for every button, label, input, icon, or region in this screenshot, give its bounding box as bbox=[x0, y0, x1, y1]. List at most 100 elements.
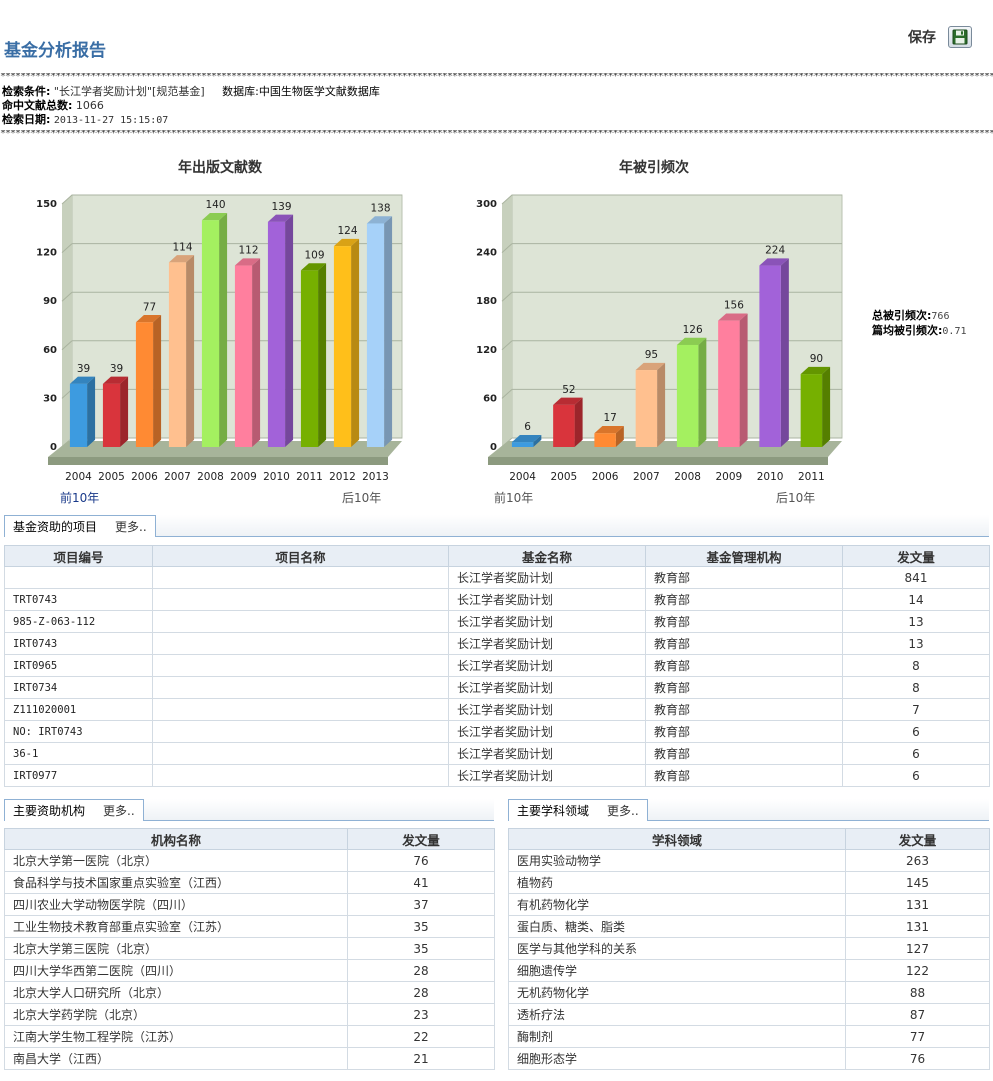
funded-projects-more-link[interactable]: 更多.. bbox=[115, 518, 147, 535]
data-label: 126 bbox=[683, 324, 703, 336]
date-label: 检索日期: bbox=[2, 113, 51, 126]
chart-title-publications: 年出版文献数 bbox=[178, 160, 262, 176]
table-row[interactable]: 酶制剂 77 bbox=[508, 1025, 990, 1048]
table-row[interactable]: 工业生物技术教育部重点实验室（江苏） 35 bbox=[4, 915, 495, 938]
x-tick-label: 2011 bbox=[296, 471, 323, 483]
table-row[interactable]: 蛋白质、糖类、脂类 131 bbox=[508, 915, 990, 938]
table-cell: 酶制剂 bbox=[508, 1025, 846, 1048]
bar bbox=[102, 383, 121, 447]
table-row[interactable]: 长江学者奖励计划 教育部 841 bbox=[4, 566, 990, 589]
table-row[interactable]: 36-1 长江学者奖励计划 教育部 6 bbox=[4, 742, 990, 765]
avg-cite-value: 0.71 bbox=[942, 326, 967, 337]
table-cell: TRT0743 bbox=[4, 588, 153, 611]
table-row[interactable]: 细胞形态学 76 bbox=[508, 1047, 990, 1070]
institutions-more-link[interactable]: 更多.. bbox=[103, 802, 135, 819]
table-cell bbox=[152, 610, 449, 633]
funded-projects-tab[interactable]: 基金资助的项目 更多.. bbox=[4, 515, 156, 537]
table-cell: 北京大学第一医院（北京） bbox=[4, 849, 348, 872]
table-cell bbox=[152, 566, 449, 589]
table-row[interactable]: NO: IRT0743 长江学者奖励计划 教育部 6 bbox=[4, 720, 990, 743]
table-row[interactable]: 南昌大学（江西） 21 bbox=[4, 1047, 495, 1070]
citation-summary: 总被引频次:766 篇均被引频次:0.71 bbox=[872, 309, 967, 339]
table-cell: 28 bbox=[347, 981, 495, 1004]
chart2-next-link[interactable]: 后10年 bbox=[776, 489, 815, 506]
table-row[interactable]: 有机药物化学 131 bbox=[508, 893, 990, 916]
table-cell: IRT0743 bbox=[4, 632, 153, 655]
bar bbox=[553, 404, 575, 447]
table-row[interactable]: IRT0965 长江学者奖励计划 教育部 8 bbox=[4, 654, 990, 677]
table-cell: 6 bbox=[842, 720, 990, 743]
bar bbox=[511, 442, 534, 447]
database-value: 中国生物医学文献数据库 bbox=[258, 85, 380, 98]
subjects-tab[interactable]: 主要学科领域 更多.. bbox=[508, 799, 648, 821]
bar-side bbox=[822, 366, 831, 447]
table-cell bbox=[152, 676, 449, 699]
table-row[interactable]: 北京大学药学院（北京） 23 bbox=[4, 1003, 495, 1026]
table-row[interactable]: 四川农业大学动物医学院（四川） 37 bbox=[4, 893, 495, 916]
x-tick-label: 2008 bbox=[674, 471, 701, 483]
table-row[interactable]: 植物药 145 bbox=[508, 871, 990, 894]
table-row[interactable]: 透析疗法 87 bbox=[508, 1003, 990, 1026]
subjects-more-link[interactable]: 更多.. bbox=[607, 802, 639, 819]
chart1-next-link[interactable]: 后10年 bbox=[342, 489, 381, 506]
chart2-prev-link[interactable]: 前10年 bbox=[494, 489, 533, 506]
table-row[interactable]: 医用实验动物学 263 bbox=[508, 849, 990, 872]
table-cell: 841 bbox=[842, 566, 990, 589]
x-tick-label: 2007 bbox=[633, 471, 660, 483]
table-row[interactable]: IRT0743 长江学者奖励计划 教育部 13 bbox=[4, 632, 990, 655]
x-tick-label: 2009 bbox=[716, 471, 743, 483]
hits-label: 命中文献总数: bbox=[2, 99, 73, 112]
table-row[interactable]: 无机药物化学 88 bbox=[508, 981, 990, 1004]
table-cell: 教育部 bbox=[645, 610, 843, 633]
table-row[interactable]: 医学与其他学科的关系 127 bbox=[508, 937, 990, 960]
bar-side bbox=[186, 255, 195, 447]
page-title: 基金分析报告 bbox=[4, 41, 106, 61]
table-row[interactable]: Z111020001 长江学者奖励计划 教育部 7 bbox=[4, 698, 990, 721]
table-cell: 长江学者奖励计划 bbox=[448, 720, 646, 743]
table-cell: 长江学者奖励计划 bbox=[448, 764, 646, 787]
database-label: 数据库: bbox=[222, 85, 259, 98]
table-cell: 36-1 bbox=[4, 742, 153, 765]
subjects-header: 主要学科领域 更多.. bbox=[508, 799, 989, 821]
table-cell: 教育部 bbox=[645, 742, 843, 765]
y-tick-label: 90 bbox=[43, 296, 57, 307]
bar-side bbox=[219, 213, 228, 447]
table-cell: 985-Z-063-112 bbox=[4, 610, 153, 633]
table-row[interactable]: 北京大学人口研究所（北京） 28 bbox=[4, 981, 495, 1004]
data-label: 124 bbox=[337, 225, 357, 237]
avg-cite-label: 篇均被引频次: bbox=[872, 324, 943, 337]
date-value: 2013-11-27 15:15:07 bbox=[53, 115, 169, 126]
bar-side bbox=[384, 216, 393, 447]
bar-side bbox=[574, 397, 583, 447]
table-row[interactable]: 985-Z-063-112 长江学者奖励计划 教育部 13 bbox=[4, 610, 990, 633]
table-cell: 7 bbox=[842, 698, 990, 721]
table-row[interactable]: TRT0743 长江学者奖励计划 教育部 14 bbox=[4, 588, 990, 611]
table-cell: 76 bbox=[347, 849, 495, 872]
table-cell bbox=[4, 566, 153, 589]
bar bbox=[267, 221, 286, 447]
save-icon[interactable] bbox=[948, 26, 972, 48]
condition-label: 检索条件: bbox=[2, 85, 51, 98]
table-row[interactable]: 食品科学与技术国家重点实验室（江西） 41 bbox=[4, 871, 495, 894]
table-row[interactable]: IRT0734 长江学者奖励计划 教育部 8 bbox=[4, 676, 990, 699]
x-tick-label: 2006 bbox=[131, 471, 158, 483]
table-row[interactable]: IRT0977 长江学者奖励计划 教育部 6 bbox=[4, 764, 990, 787]
data-label: 77 bbox=[143, 301, 156, 313]
table-cell: 6 bbox=[842, 764, 990, 787]
table-row[interactable]: 北京大学第一医院（北京） 76 bbox=[4, 849, 495, 872]
table-cell: 教育部 bbox=[645, 720, 843, 743]
chart1-prev-link[interactable]: 前10年 bbox=[60, 489, 99, 506]
x-tick-label: 2009 bbox=[230, 471, 257, 483]
x-tick-label: 2010 bbox=[263, 471, 290, 483]
institutions-tab[interactable]: 主要资助机构 更多.. bbox=[4, 799, 144, 821]
bar bbox=[234, 265, 253, 447]
subjects-table: 学科领域 发文量 医用实验动物学 263 植物药 145 有机药物化学 131 蛋白质、糖类、… bbox=[508, 828, 990, 1070]
table-cell: 长江学者奖励计划 bbox=[448, 610, 646, 633]
table-row[interactable]: 北京大学第三医院（北京） 35 bbox=[4, 937, 495, 960]
table-cell: 医学与其他学科的关系 bbox=[508, 937, 846, 960]
x-tick-label: 2005 bbox=[98, 471, 125, 483]
save-button[interactable]: 保存 bbox=[908, 26, 972, 48]
table-row[interactable]: 四川大学华西第二医院（四川） 28 bbox=[4, 959, 495, 982]
table-row[interactable]: 细胞遗传学 122 bbox=[508, 959, 990, 982]
table-row[interactable]: 江南大学生物工程学院（江苏） 22 bbox=[4, 1025, 495, 1048]
